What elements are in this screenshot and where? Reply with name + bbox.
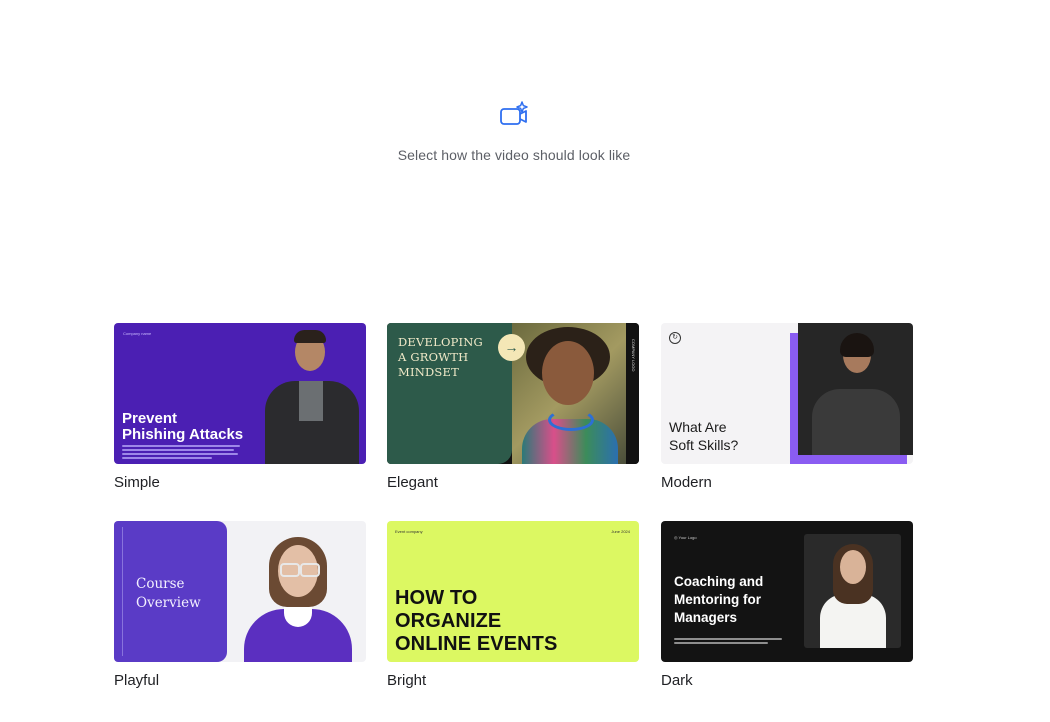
style-card-elegant[interactable]: DEVELOPING A GROWTH MINDSET → COMPANY LO… [387,323,639,492]
thumbnail-title: Course Overview [136,576,201,611]
style-thumbnail-elegant: DEVELOPING A GROWTH MINDSET → COMPANY LO… [387,323,639,464]
thumbnail-date-text: June 2024 [611,529,630,534]
thumbnail-body-text [122,445,242,461]
style-label: Simple [114,474,160,491]
thumbnail-company-text: Event company [395,529,423,534]
sparkle-video-icon [498,100,530,132]
arrow-right-icon: → [498,334,525,361]
style-card-playful[interactable]: Course Overview Playful [114,521,366,690]
style-card-modern[interactable]: ↻ What Are Soft Skills? Modern [661,323,913,492]
presenter-image [798,323,913,455]
thumbnail-brand: Company name [123,331,152,336]
style-thumbnail-playful: Course Overview [114,521,366,662]
style-label: Bright [387,672,427,689]
thumbnail-logo-text: COMPANY LOGO [631,339,636,372]
style-card-simple[interactable]: Company name Prevent Phishing Attacks Si… [114,323,366,492]
style-thumbnail-simple: Company name Prevent Phishing Attacks [114,323,366,464]
thumbnail-title: Coaching and Mentoring for Managers [674,574,764,625]
thumbnail-side-bar: COMPANY LOGO [626,323,639,464]
style-label: Playful [114,672,160,689]
thumbnail-body-text [674,638,784,646]
style-thumbnail-bright: Event company June 2024 HOW TO ORGANIZE … [387,521,639,662]
presenter-image [261,323,363,464]
thumbnail-title: DEVELOPING A GROWTH MINDSET [398,335,483,379]
thumbnail-title: Prevent Phishing Attacks [122,410,244,443]
thumbnail-title: What Are Soft Skills? [669,419,739,453]
presenter-image [804,534,901,648]
style-thumbnail-modern: ↻ What Are Soft Skills? [661,323,913,464]
thumbnail-logo: ◎ Your Logo [674,535,697,540]
style-picker-header: Select how the video should look like [0,100,1028,163]
style-label: Dark [661,672,693,689]
presenter-image [232,521,362,662]
style-card-dark[interactable]: ◎ Your Logo Coaching and Mentoring for M… [661,521,913,690]
logo-icon: ↻ [669,332,681,344]
style-label: Modern [661,474,712,491]
style-label: Elegant [387,474,438,491]
style-card-bright[interactable]: Event company June 2024 HOW TO ORGANIZE … [387,521,639,690]
style-thumbnail-dark: ◎ Your Logo Coaching and Mentoring for M… [661,521,913,662]
thumbnail-title: HOW TO ORGANIZE ONLINE EVENTS [395,587,558,655]
presenter-image [512,323,626,464]
page-subtitle: Select how the video should look like [397,147,631,163]
thumbnail-divider [122,527,123,656]
